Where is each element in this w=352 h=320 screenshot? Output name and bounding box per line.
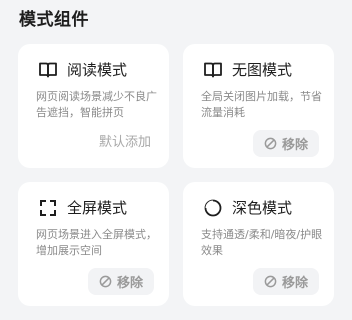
remove-icon xyxy=(264,137,277,150)
remove-icon xyxy=(264,275,277,288)
fullscreen-mode-description: 网页场景进入全屏模式，增加展示空间 xyxy=(36,228,157,257)
dark-mode-title: 深色模式 xyxy=(232,199,293,217)
section-title: 模式组件 xyxy=(19,10,89,30)
book-icon xyxy=(38,60,58,80)
fullscreen-mode-title: 全屏模式 xyxy=(67,199,128,217)
no-image-mode-title: 无图模式 xyxy=(232,61,293,79)
reading-mode-card[interactable]: 阅读模式 网页阅读场景减少不良广告遮挡，智能拼页 默认添加 xyxy=(18,44,169,168)
no-image-mode-card[interactable]: 无图模式 全局关闭图片加载，节省流量消耗 移除 xyxy=(183,44,334,168)
moon-icon xyxy=(203,198,223,218)
fullscreen-icon xyxy=(38,198,58,218)
book-icon xyxy=(203,60,223,80)
remove-button[interactable]: 移除 xyxy=(253,130,319,157)
remove-label: 移除 xyxy=(116,276,143,291)
dark-mode-description: 支持通透/柔和/暗夜/护眼效果 xyxy=(201,228,323,257)
default-added-label: 默认添加 xyxy=(98,135,151,150)
remove-label: 移除 xyxy=(281,138,308,153)
remove-button[interactable]: 移除 xyxy=(88,268,154,295)
remove-label: 移除 xyxy=(281,276,308,291)
remove-button[interactable]: 移除 xyxy=(253,268,319,295)
dark-mode-card[interactable]: 深色模式 支持通透/柔和/暗夜/护眼效果 移除 xyxy=(183,182,334,306)
reading-mode-description: 网页阅读场景减少不良广告遮挡，智能拼页 xyxy=(36,90,157,119)
fullscreen-mode-card[interactable]: 全屏模式 网页场景进入全屏模式，增加展示空间 移除 xyxy=(18,182,169,306)
remove-icon xyxy=(99,275,112,288)
reading-mode-title: 阅读模式 xyxy=(67,61,128,79)
no-image-mode-description: 全局关闭图片加载，节省流量消耗 xyxy=(201,90,322,119)
